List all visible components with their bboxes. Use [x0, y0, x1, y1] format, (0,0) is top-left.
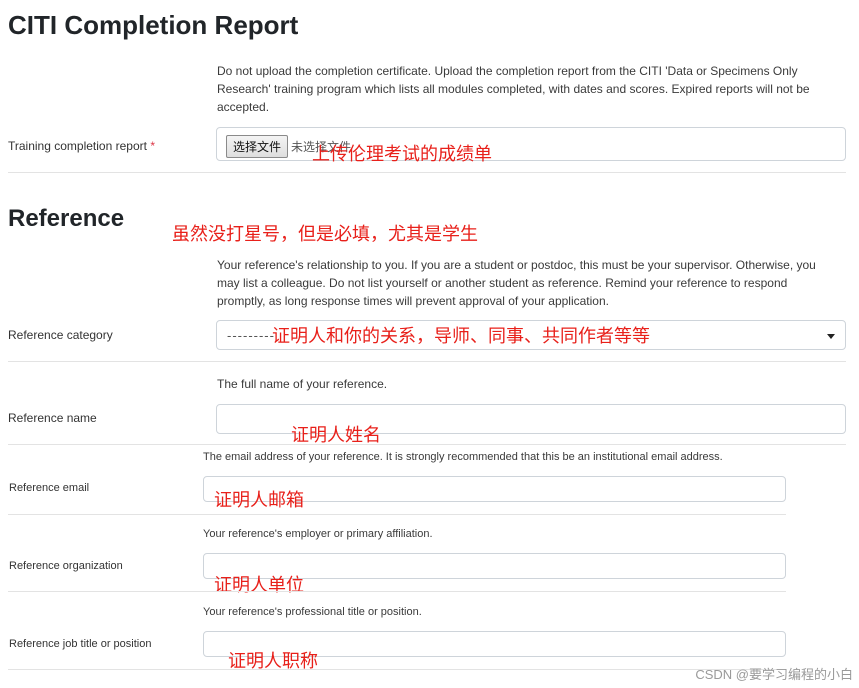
page-title: CITI Completion Report: [8, 10, 299, 40]
training-help-text: Do not upload the completion certificate…: [217, 64, 810, 114]
section-divider: [8, 172, 846, 173]
training-report-label-text: Training completion report: [8, 139, 147, 153]
row-divider: [8, 444, 846, 445]
chevron-down-icon: [827, 334, 835, 339]
reference-name-label: Reference name: [8, 411, 97, 425]
row-divider: [8, 514, 786, 515]
annotation-category: 证明人和你的关系，导师、同事、共同作者等等: [272, 326, 650, 346]
reference-org-help: Your reference's employer or primary aff…: [203, 528, 433, 540]
reference-category-selected: ---------: [227, 328, 275, 343]
row-divider: [8, 361, 846, 362]
training-report-label: Training completion report *: [8, 139, 155, 153]
annotation-required-note: 虽然没打星号，但是必填，尤其是学生: [172, 224, 478, 244]
reference-job-help: Your reference's professional title or p…: [203, 606, 422, 618]
training-report-file-input[interactable]: 选择文件 未选择文件: [216, 127, 846, 161]
required-asterisk: *: [150, 139, 155, 153]
reference-email-help: The email address of your reference. It …: [203, 451, 723, 463]
reference-category-label: Reference category: [8, 328, 113, 342]
annotation-upload: 上传伦理考试的成绩单: [312, 144, 492, 164]
reference-category-help: Your reference's relationship to you. If…: [217, 258, 816, 308]
choose-file-button[interactable]: 选择文件: [226, 135, 289, 158]
reference-email-label: Reference email: [9, 482, 90, 494]
watermark: CSDN @要学习编程的小白: [695, 667, 853, 682]
reference-heading: Reference: [8, 205, 125, 232]
annotation-org: 证明人单位: [214, 575, 304, 595]
row-divider: [8, 591, 786, 592]
reference-job-label: Reference job title or position: [9, 638, 152, 650]
reference-org-label: Reference organization: [9, 560, 123, 572]
reference-name-help: The full name of your reference.: [217, 377, 388, 391]
annotation-email: 证明人邮箱: [214, 490, 304, 510]
row-divider: [8, 669, 786, 670]
